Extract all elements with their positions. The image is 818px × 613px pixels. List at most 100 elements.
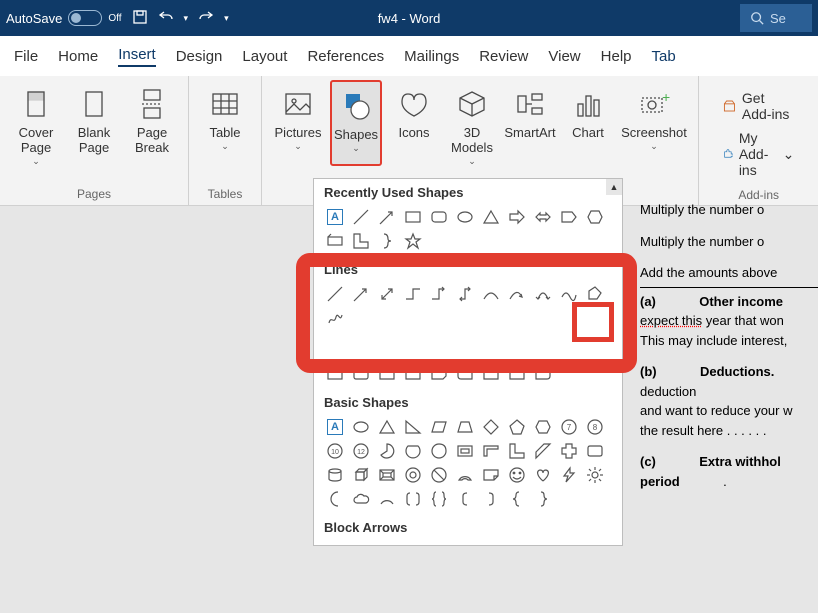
shape-right-brace[interactable] <box>376 230 398 252</box>
shape-elbow-double-arrow[interactable] <box>454 283 476 305</box>
shape-diamond[interactable] <box>480 416 502 438</box>
shape-cloud[interactable] <box>350 488 372 510</box>
shape-heptagon[interactable]: 7 <box>558 416 580 438</box>
shape-hexagon[interactable] <box>584 206 606 228</box>
chart-button[interactable]: Chart <box>562 80 614 166</box>
shape-double-brace[interactable] <box>428 488 450 510</box>
shape-chord[interactable] <box>402 440 424 462</box>
shape-line[interactable] <box>324 283 346 305</box>
qat-more-icon[interactable]: ▾ <box>224 13 229 24</box>
shape-textbox[interactable]: A <box>324 416 346 438</box>
shape-line[interactable] <box>350 206 372 228</box>
shape-folded-corner[interactable] <box>480 464 502 486</box>
tab-extra[interactable]: Tab <box>652 48 676 65</box>
shape-right-triangle[interactable] <box>402 416 424 438</box>
shape-parallelogram[interactable] <box>428 416 450 438</box>
search-box[interactable]: Se <box>740 4 812 32</box>
shape-elbow[interactable] <box>402 283 424 305</box>
shape-left-brace[interactable] <box>506 488 528 510</box>
shape-decagon[interactable]: 10 <box>324 440 346 462</box>
shape-line-arrow[interactable] <box>350 283 372 305</box>
shape-bevel[interactable] <box>376 464 398 486</box>
shape-triangle[interactable] <box>480 206 502 228</box>
tab-layout[interactable]: Layout <box>242 48 287 65</box>
shape-cross[interactable] <box>558 440 580 462</box>
shape-oval[interactable] <box>454 206 476 228</box>
undo-icon[interactable] <box>158 9 174 28</box>
shape-octagon[interactable]: 8 <box>584 416 606 438</box>
shape-l-shape[interactable] <box>506 440 528 462</box>
shape-plaque[interactable] <box>584 440 606 462</box>
shapes-button[interactable]: Shapes ⌄ <box>330 80 382 166</box>
shape-round-single[interactable] <box>480 363 502 385</box>
shape-line-double-arrow[interactable] <box>376 283 398 305</box>
pictures-button[interactable]: Pictures ⌄ <box>272 80 324 166</box>
shape-pentagon[interactable] <box>506 416 528 438</box>
cover-page-button[interactable]: Cover Page ⌄ <box>10 80 62 166</box>
shape-curve-tool[interactable] <box>558 283 580 305</box>
shape-l-shape[interactable] <box>350 230 372 252</box>
icons-button[interactable]: Icons <box>388 80 440 166</box>
tab-home[interactable]: Home <box>58 48 98 65</box>
shape-round-same[interactable] <box>506 363 528 385</box>
shape-rounded-rectangle[interactable] <box>428 206 450 228</box>
redo-icon[interactable] <box>198 9 214 28</box>
shape-teardrop[interactable] <box>428 440 450 462</box>
shape-oval[interactable] <box>350 416 372 438</box>
scroll-up-button[interactable]: ▲ <box>606 179 622 195</box>
shape-freeform[interactable] <box>584 283 606 305</box>
shape-double-arrow[interactable] <box>532 206 554 228</box>
shape-cube[interactable] <box>350 464 372 486</box>
shape-block-arc[interactable] <box>454 464 476 486</box>
shape-arrow-line[interactable] <box>376 206 398 228</box>
shape-pie[interactable] <box>376 440 398 462</box>
shape-scribble[interactable] <box>324 307 346 329</box>
autosave-toggle[interactable]: AutoSave Off <box>6 10 122 26</box>
caret-down-icon[interactable]: ▾ <box>184 13 189 24</box>
tab-view[interactable]: View <box>548 48 580 65</box>
shape-pentagon-arrow[interactable] <box>558 206 580 228</box>
shape-no-symbol[interactable] <box>428 464 450 486</box>
tab-file[interactable]: File <box>14 48 38 65</box>
shape-half-frame[interactable] <box>480 440 502 462</box>
shape-right-brace[interactable] <box>532 488 554 510</box>
3d-models-button[interactable]: 3D Models ⌄ <box>446 80 498 166</box>
tab-mailings[interactable]: Mailings <box>404 48 459 65</box>
tab-design[interactable]: Design <box>176 48 223 65</box>
shape-can[interactable] <box>324 464 346 486</box>
shape-dodecagon[interactable]: 12 <box>350 440 372 462</box>
my-addins-button[interactable]: My Add-ins ⌄ <box>723 130 794 178</box>
shape-double-bracket[interactable] <box>402 488 424 510</box>
shape-lightning[interactable] <box>558 464 580 486</box>
shape-arc[interactable] <box>376 488 398 510</box>
blank-page-button[interactable]: Blank Page <box>68 80 120 166</box>
shape-smiley[interactable] <box>506 464 528 486</box>
tab-insert[interactable]: Insert <box>118 46 156 67</box>
screenshot-button[interactable]: + Screenshot ⌄ <box>620 80 688 166</box>
save-icon[interactable] <box>132 9 148 28</box>
tab-help[interactable]: Help <box>601 48 632 65</box>
shape-rectangle[interactable] <box>402 206 424 228</box>
tab-references[interactable]: References <box>307 48 384 65</box>
shape-left-bracket[interactable] <box>454 488 476 510</box>
shape-curve[interactable] <box>480 283 502 305</box>
shape-snip-single[interactable] <box>376 363 398 385</box>
table-button[interactable]: Table ⌄ <box>199 80 251 151</box>
shape-frame[interactable] <box>454 440 476 462</box>
tab-review[interactable]: Review <box>479 48 528 65</box>
shape-flowchart[interactable] <box>324 230 346 252</box>
shape-textbox[interactable]: A <box>324 206 346 228</box>
shape-snip-round[interactable] <box>454 363 476 385</box>
shape-hexagon[interactable] <box>532 416 554 438</box>
smartart-button[interactable]: SmartArt <box>504 80 556 166</box>
shape-elbow-arrow[interactable] <box>428 283 450 305</box>
shape-sun[interactable] <box>584 464 606 486</box>
shape-rect[interactable] <box>324 363 346 385</box>
page-break-button[interactable]: Page Break <box>126 80 178 166</box>
shape-diagonal-stripe[interactable] <box>532 440 554 462</box>
shape-round-diag[interactable] <box>532 363 554 385</box>
shape-star[interactable] <box>402 230 424 252</box>
shape-curve-arrow[interactable] <box>506 283 528 305</box>
shape-triangle[interactable] <box>376 416 398 438</box>
shape-trapezoid[interactable] <box>454 416 476 438</box>
